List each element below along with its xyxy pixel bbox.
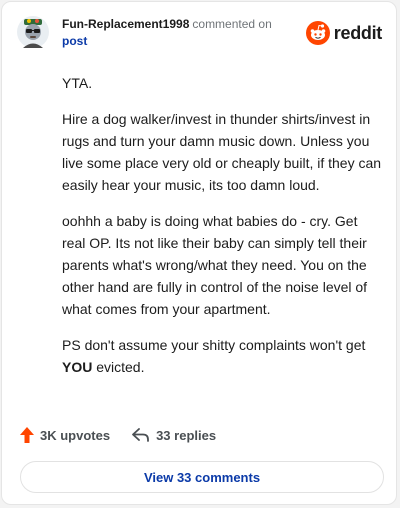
comment-card: Fun-Replacement1998 commented on post red… <box>1 1 397 505</box>
username[interactable]: Fun-Replacement1998 <box>62 17 189 31</box>
emphasis-text: YOU <box>62 359 93 375</box>
view-comments-button[interactable]: View 33 comments <box>20 461 384 493</box>
comment-paragraph: YTA. <box>62 75 93 91</box>
upvote-button[interactable]: 3K upvotes <box>20 427 110 443</box>
commented-on-text: commented on <box>192 17 272 31</box>
reply-arrow-icon <box>132 428 149 442</box>
reply-count: 33 replies <box>156 427 217 443</box>
comment-paragraph-last: PS don't assume your shitty complaints w… <box>62 334 384 378</box>
comment-header: Fun-Replacement1998 commented on post <box>62 16 312 50</box>
post-link[interactable]: post <box>62 33 312 50</box>
reddit-wordmark: reddit <box>333 22 383 43</box>
replies-button[interactable]: 33 replies <box>132 428 216 443</box>
avatar[interactable] <box>16 15 50 49</box>
reddit-alien-icon <box>305 21 330 45</box>
comment-paragraph: oohhh a baby is doing what babies do - c… <box>62 213 368 317</box>
upvote-count: 3K upvotes <box>40 427 111 443</box>
last-paragraph-end: evicted. <box>92 359 145 375</box>
comment-body: YTA. Hire a dog walker/invest in thunder… <box>62 72 384 392</box>
comment-actions: 3K upvotes 33 replies <box>20 427 216 443</box>
reddit-logo: reddit <box>305 21 383 45</box>
upvote-arrow-icon <box>20 427 34 443</box>
comment-paragraph: Hire a dog walker/invest in thunder shir… <box>62 111 382 193</box>
last-paragraph-text: PS don't assume your shitty complaints w… <box>62 337 366 353</box>
